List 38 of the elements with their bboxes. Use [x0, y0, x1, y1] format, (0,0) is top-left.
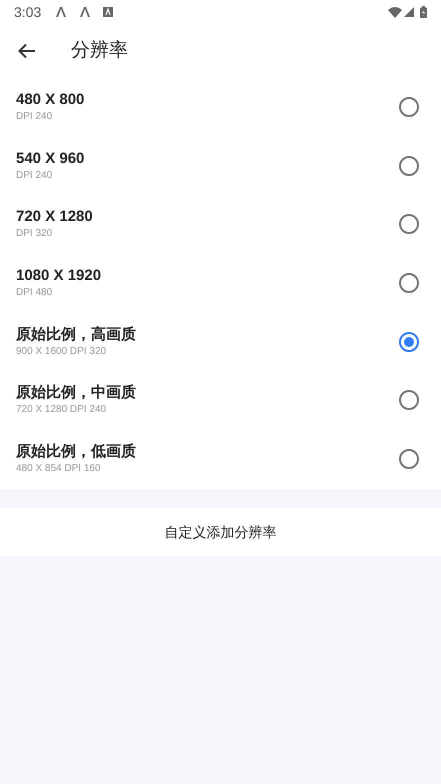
- notification-icon: [79, 7, 92, 17]
- resolution-option[interactable]: 原始比例，中画质 720 X 1280 DPI 240: [0, 370, 441, 430]
- radio-button[interactable]: [399, 214, 419, 234]
- radio-button[interactable]: [399, 390, 419, 410]
- battery-icon: [420, 6, 427, 18]
- option-detail: 480 X 854 DPI 160: [16, 462, 102, 476]
- resolution-option[interactable]: 原始比例，高画质 900 X 1600 DPI 320: [0, 312, 441, 371]
- option-detail: DPI 240: [16, 168, 54, 183]
- resolution-option[interactable]: 480 X 800 DPI 240: [0, 78, 441, 137]
- resolution-option[interactable]: 原始比例，低画质 480 X 854 DPI 160: [0, 430, 441, 488]
- option-detail: 720 X 1280 DPI 240: [16, 403, 108, 418]
- option-title: 1080 X 1920: [16, 266, 102, 286]
- back-icon: [18, 43, 36, 59]
- option-detail: DPI 240: [16, 110, 54, 124]
- option-detail: DPI 480: [16, 286, 54, 300]
- add-custom-resolution-button[interactable]: 自定义添加分辨率: [0, 508, 441, 556]
- radio-button[interactable]: [399, 97, 419, 118]
- option-title: 原始比例，低画质: [16, 442, 137, 462]
- resolution-option[interactable]: 540 X 960 DPI 240: [0, 136, 441, 196]
- status-time: 3:03: [14, 2, 42, 22]
- wifi-icon: [388, 6, 402, 18]
- signal-icon: [404, 7, 414, 17]
- option-title: 480 X 800: [16, 90, 86, 110]
- radio-button[interactable]: [399, 332, 419, 352]
- radio-button[interactable]: [399, 273, 419, 294]
- resolution-option[interactable]: 720 X 1280 DPI 320: [0, 195, 441, 254]
- notification-icon: [55, 7, 68, 17]
- option-title: 原始比例，中画质: [16, 383, 137, 404]
- resolution-option[interactable]: 1080 X 1920 DPI 480: [0, 254, 441, 312]
- option-detail: DPI 320: [16, 227, 54, 242]
- option-detail: 900 X 1600 DPI 320: [16, 344, 108, 359]
- option-title: 原始比例，高画质: [16, 324, 137, 345]
- notification-icon: [103, 7, 114, 17]
- option-title: 720 X 1280: [16, 207, 94, 228]
- radio-button[interactable]: [399, 448, 419, 469]
- radio-button[interactable]: [399, 156, 419, 176]
- page-title: 分辨率: [71, 38, 128, 63]
- option-title: 540 X 960: [16, 148, 86, 169]
